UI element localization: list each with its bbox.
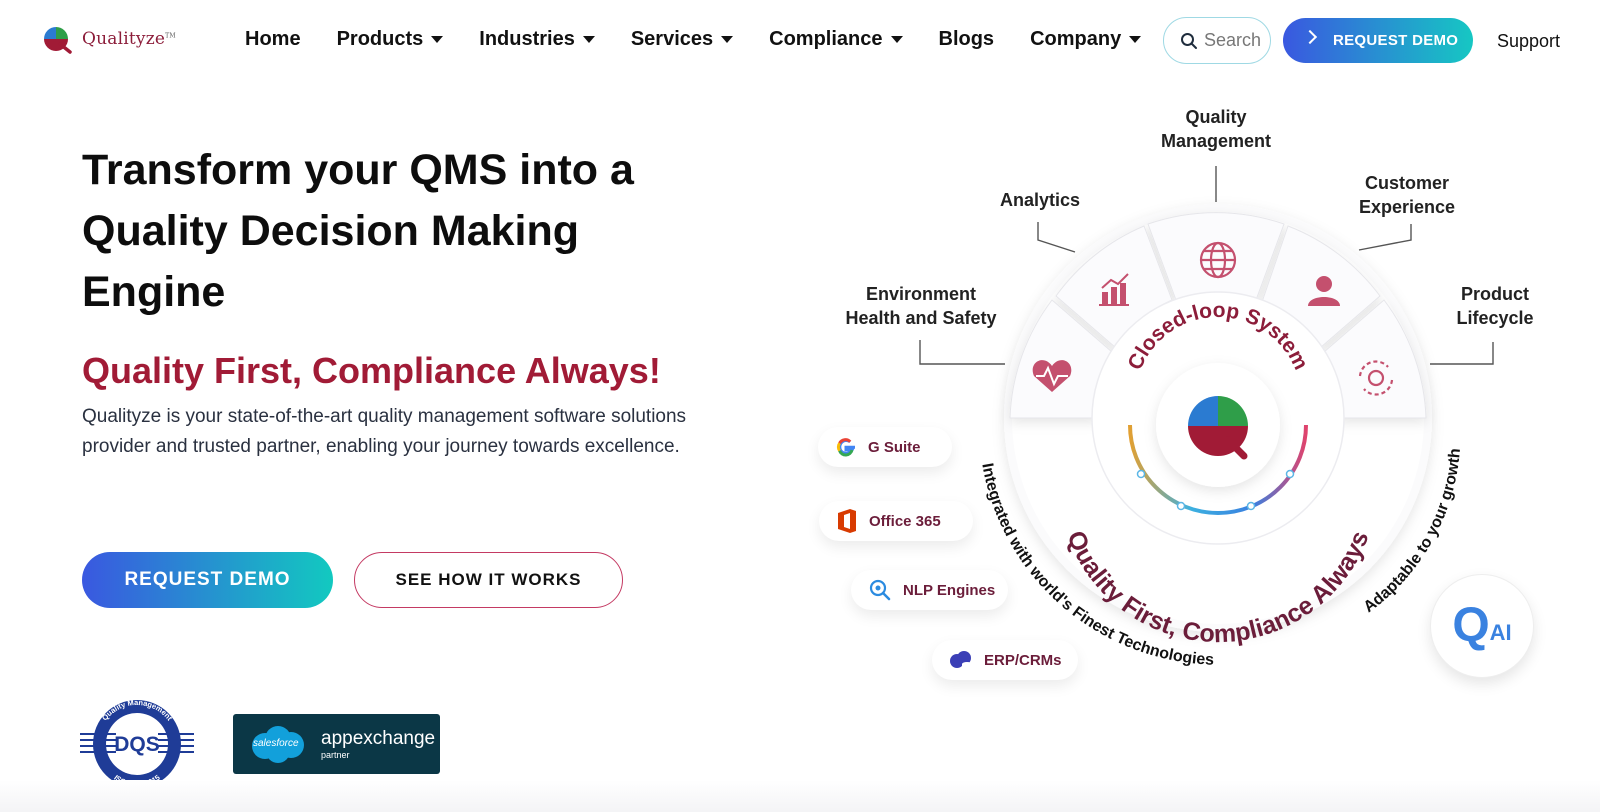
label-quality-management: Quality Management (1160, 107, 1272, 151)
integration-label: G Suite (868, 438, 921, 456)
salesforce-text: salesforce (253, 738, 299, 749)
svg-text:Quality First, Compliance Alwa: Quality First, Compliance Always (1061, 527, 1374, 649)
nav-item-home[interactable]: Home (245, 28, 301, 51)
brand-logo[interactable]: QualityzeTM (40, 24, 176, 54)
globe-icon (1199, 241, 1237, 279)
nav-item-industries[interactable]: Industries (479, 28, 595, 51)
closed-loop-title: Closed-loop System (1123, 299, 1312, 374)
integration-erp-crms: ERP/CRMs (932, 640, 1078, 680)
hero-description: Qualityze is your state-of-the-art quali… (82, 406, 687, 457)
cloud-db-icon (950, 651, 972, 669)
chevron-down-icon (721, 36, 734, 43)
salesforce-appexchange-badge: salesforce appexchange partner (233, 714, 440, 774)
chevron-right-icon (1302, 29, 1318, 45)
label-environment-health-safety: Environment Health and Safety (845, 284, 997, 328)
qai-ai: AI (1489, 620, 1512, 645)
nav-item-company[interactable]: Company (1030, 28, 1142, 51)
nlp-icon (869, 579, 891, 601)
integration-nlp-engines: NLP Engines (851, 570, 1008, 610)
outer-left-arc-text: Integrated with world's Finest Technolog… (978, 462, 1214, 669)
integration-label: ERP/CRMs (984, 651, 1062, 669)
svg-text:Integrated with world's Finest: Integrated with world's Finest Technolog… (978, 462, 1214, 669)
person-icon (1308, 276, 1340, 306)
qai-badge[interactable]: Q AI (1430, 574, 1534, 678)
outer-disc (1004, 204, 1432, 632)
svg-text:Closed-loop System: Closed-loop System (1123, 299, 1312, 374)
nav-item-services[interactable]: Services (631, 28, 734, 51)
nav-item-products[interactable]: Products (337, 28, 444, 51)
segment-quality-management (1147, 212, 1285, 301)
office-icon (838, 509, 856, 533)
label-product-lifecycle: Product Lifecycle (1456, 284, 1534, 328)
cycle-gear-icon (1358, 360, 1394, 396)
segment-ehs (1009, 299, 1113, 419)
search-label: Search (1204, 30, 1262, 50)
label-customer-experience: Customer Experience (1358, 173, 1456, 217)
salesforce-cloud-icon: salesforce (247, 724, 309, 764)
qualityze-logo-icon (44, 27, 72, 54)
main-nav: Home Products Industries Services Compli… (245, 28, 1142, 51)
chevron-down-icon (890, 36, 903, 43)
request-demo-header-button[interactable]: REQUEST DEMO (1283, 18, 1473, 63)
search-icon (1181, 32, 1197, 49)
heart-pulse-icon (1032, 360, 1072, 392)
integration-label: Office 365 (869, 512, 941, 530)
chevron-down-icon (1129, 36, 1142, 43)
search-button[interactable]: Search (1163, 17, 1271, 64)
bar-chart-icon (1099, 273, 1129, 306)
integration-label: NLP Engines (903, 581, 996, 599)
hero-title: Transform your QMS into a Quality Decisi… (82, 146, 634, 316)
integration-gsuite: G Suite (818, 427, 952, 467)
chevron-down-icon (431, 36, 444, 43)
segment-customer-experience (1261, 225, 1381, 349)
section-divider (0, 780, 1600, 812)
support-link[interactable]: Support (1497, 31, 1560, 52)
nav-item-blogs[interactable]: Blogs (939, 28, 995, 51)
nav-item-compliance[interactable]: Compliance (769, 28, 903, 51)
qai-q: Q (1452, 599, 1490, 652)
hero-tagline: Quality First, Compliance Always! (82, 350, 661, 391)
google-g-icon (836, 438, 855, 457)
site-header: QualityzeTM Home Products Industries Ser… (0, 0, 1600, 82)
progress-arc (1128, 424, 1308, 515)
inner-arc-tagline: Quality First, Compliance Always (1061, 527, 1374, 649)
integration-office365: Office 365 (819, 501, 973, 541)
segment-product-lifecycle (1323, 299, 1427, 419)
brand-trademark: TM (165, 32, 176, 40)
brand-name: Qualityze (82, 29, 166, 49)
segment-analytics (1055, 225, 1173, 349)
label-analytics: Analytics (999, 190, 1081, 210)
iso-certification-badge: DQS Quality Management ISO 9001:2015 (80, 698, 194, 789)
request-demo-button[interactable]: REQUEST DEMO (82, 552, 333, 608)
iso-mark-text: DQS (114, 733, 160, 756)
qualityze-center-logo-icon (1188, 396, 1248, 460)
appexchange-text: appexchange (321, 727, 436, 749)
see-how-it-works-button[interactable]: SEE HOW IT WORKS (354, 552, 623, 608)
chevron-down-icon (582, 36, 595, 43)
partner-text: partner (321, 749, 350, 760)
